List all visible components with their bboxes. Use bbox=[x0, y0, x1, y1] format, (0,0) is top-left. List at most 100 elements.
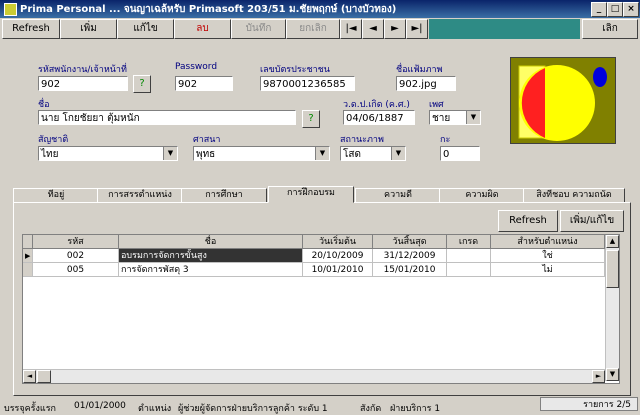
gender-value: ชาย bbox=[432, 113, 451, 124]
table-row-1-start[interactable]: 20/10/2009 bbox=[303, 249, 373, 263]
training-grid: รหัส ชื่อ วันเริ่มต้น วันสิ้นสุด เกรด สำ… bbox=[22, 234, 620, 384]
record-indicator: รายการ 2/5 bbox=[540, 397, 638, 411]
scroll-down-icon[interactable]: ▼ bbox=[606, 368, 619, 381]
id-card-field[interactable]: 9870001236585 bbox=[260, 76, 355, 91]
toolbar-spacer bbox=[429, 19, 580, 39]
tab-education[interactable]: การศึกษา bbox=[181, 188, 267, 203]
emp-id-field[interactable]: 902 bbox=[38, 76, 128, 91]
employee-photo bbox=[510, 57, 616, 144]
exit-button[interactable]: เลิก bbox=[582, 19, 638, 39]
tab-offenses[interactable]: ความผิด bbox=[439, 188, 525, 203]
chevron-down-icon[interactable]: ▼ bbox=[315, 147, 329, 160]
hscroll-thumb[interactable] bbox=[37, 370, 51, 383]
dept-value: ฝ่ายบริการ 1 bbox=[390, 404, 441, 414]
table-row-2-code[interactable]: 005 bbox=[33, 263, 119, 277]
table-row-1-code[interactable]: 002 bbox=[33, 249, 119, 263]
dept-label: สังกัด bbox=[360, 404, 382, 414]
marital-label: สถานะภาพ bbox=[340, 135, 384, 145]
table-row-1-name[interactable]: อบรมการจัดการขั้นสูง bbox=[119, 249, 303, 263]
table-row-1-grade[interactable] bbox=[447, 249, 491, 263]
photo-file-label: ชื่อแฟ้มภาพ bbox=[396, 65, 443, 75]
nationality-select[interactable]: ไทย ▼ bbox=[38, 146, 178, 161]
row-indicator-icon: ▶ bbox=[23, 249, 33, 263]
cancel-edit-button[interactable]: ยกเลิก bbox=[286, 19, 340, 39]
tab-strip: ที่อยู่ การสรรตำแหน่ง การศึกษา การฝึกอบร… bbox=[13, 186, 638, 203]
table-row-2-position[interactable]: ไม่ bbox=[491, 263, 605, 277]
grid-header-start[interactable]: วันเริ่มต้น bbox=[303, 235, 373, 249]
children-field[interactable]: 0 bbox=[440, 146, 480, 161]
religion-select[interactable]: พุทธ ▼ bbox=[193, 146, 330, 161]
tab-position-history[interactable]: การสรรตำแหน่ง bbox=[97, 188, 183, 203]
edit-button[interactable]: แก้ไข bbox=[117, 19, 174, 39]
emp-lookup-button[interactable]: ? bbox=[133, 75, 151, 93]
window-title: Prima Personal ... จนญาเฉล้หรับ Primasof… bbox=[20, 4, 397, 15]
maximize-icon[interactable]: □ bbox=[607, 2, 623, 17]
marital-value: โสด bbox=[343, 149, 361, 160]
id-card-label: เลขบัตรประชาชน bbox=[260, 65, 330, 75]
nationality-label: สัญชาติ bbox=[38, 135, 69, 145]
panel-refresh-button[interactable]: Refresh bbox=[498, 210, 558, 232]
grid-corner bbox=[23, 235, 33, 249]
first-record-value: 01/01/2000 bbox=[74, 401, 126, 411]
scroll-left-icon[interactable]: ◄ bbox=[23, 370, 36, 383]
save-button[interactable]: บันทึก bbox=[231, 19, 286, 39]
vertical-scrollbar[interactable]: ▲ ▼ bbox=[605, 235, 619, 381]
password-label: Password bbox=[175, 62, 218, 72]
app-icon bbox=[4, 3, 17, 16]
chevron-down-icon[interactable]: ▼ bbox=[391, 147, 405, 160]
table-row-1-position[interactable]: ใช่ bbox=[491, 249, 605, 263]
scroll-thumb[interactable] bbox=[606, 250, 619, 288]
dob-field[interactable]: 04/06/1887 bbox=[343, 110, 415, 125]
table-row-1-end[interactable]: 31/12/2009 bbox=[373, 249, 447, 263]
dob-label: ว.ด.ป.เกิด (ค.ศ.) bbox=[343, 100, 410, 110]
name-field[interactable]: นาย โกยชัยยา ตุ้มหนัก bbox=[38, 110, 296, 125]
first-record-label: บรรจุครั้งแรก bbox=[4, 404, 56, 414]
nav-last-button[interactable]: ►| bbox=[406, 19, 428, 39]
grid-header-name[interactable]: ชื่อ bbox=[119, 235, 303, 249]
religion-value: พุทธ bbox=[196, 149, 216, 160]
delete-button[interactable]: ลบ bbox=[174, 19, 231, 39]
nationality-value: ไทย bbox=[41, 149, 59, 160]
horizontal-scrollbar[interactable]: ◄ ► bbox=[23, 369, 605, 383]
grid-header-end[interactable]: วันสิ้นสุด bbox=[373, 235, 447, 249]
close-icon[interactable]: × bbox=[623, 2, 639, 17]
photo-image bbox=[518, 65, 607, 141]
panel-add-edit-button[interactable]: เพิ่ม/แก้ไข bbox=[560, 210, 624, 232]
position-value: ผู้ช่วยผู้จัดการฝ่ายบริการลูกค้า ระดับ 1 bbox=[178, 404, 328, 414]
tab-preferences[interactable]: สิ่งที่ชอบ ความถนัด bbox=[523, 188, 625, 203]
record-label: รายการ bbox=[583, 400, 614, 410]
name-lookup-button[interactable]: ? bbox=[302, 110, 320, 128]
grid-header-code[interactable]: รหัส bbox=[33, 235, 119, 249]
emp-id-label: รหัสพนักงาน/เจ้าหน้าที่ bbox=[38, 65, 127, 75]
religion-label: ศาสนา bbox=[193, 135, 221, 145]
password-field[interactable]: 902 bbox=[175, 76, 233, 91]
row-indicator-blank bbox=[23, 263, 33, 277]
photo-file-field[interactable]: 902.jpg bbox=[396, 76, 456, 91]
record-value: 2/5 bbox=[616, 400, 631, 410]
table-row-2-start[interactable]: 10/01/2010 bbox=[303, 263, 373, 277]
scroll-up-icon[interactable]: ▲ bbox=[606, 235, 619, 248]
table-row-2-name[interactable]: การจัดการพัสดุ 3 bbox=[119, 263, 303, 277]
tab-merits[interactable]: ความดี bbox=[355, 188, 441, 203]
table-row-2-end[interactable]: 15/01/2010 bbox=[373, 263, 447, 277]
refresh-button[interactable]: Refresh bbox=[2, 19, 60, 39]
tab-training[interactable]: การฝึกอบรม bbox=[268, 186, 354, 203]
chevron-down-icon[interactable]: ▼ bbox=[163, 147, 177, 160]
nav-next-button[interactable]: ► bbox=[384, 19, 406, 39]
scroll-right-icon[interactable]: ► bbox=[592, 370, 605, 383]
chevron-down-icon[interactable]: ▼ bbox=[466, 111, 480, 124]
grid-header-position[interactable]: สำหรับตำแหน่ง bbox=[491, 235, 605, 249]
gender-select[interactable]: ชาย ▼ bbox=[429, 110, 481, 125]
children-label: กะ bbox=[440, 135, 451, 145]
gender-label: เพศ bbox=[429, 100, 444, 110]
tab-address[interactable]: ที่อยู่ bbox=[13, 188, 99, 203]
nav-first-button[interactable]: |◄ bbox=[340, 19, 362, 39]
grid-header-grade[interactable]: เกรด bbox=[447, 235, 491, 249]
marital-select[interactable]: โสด ▼ bbox=[340, 146, 406, 161]
minimize-icon[interactable]: _ bbox=[591, 2, 607, 17]
add-button[interactable]: เพิ่ม bbox=[60, 19, 117, 39]
toolbar: Refresh เพิ่ม แก้ไข ลบ บันทึก ยกเลิก |◄ … bbox=[0, 18, 640, 40]
nav-prev-button[interactable]: ◄ bbox=[362, 19, 384, 39]
position-label: ตำแหน่ง bbox=[138, 404, 172, 414]
table-row-2-grade[interactable] bbox=[447, 263, 491, 277]
